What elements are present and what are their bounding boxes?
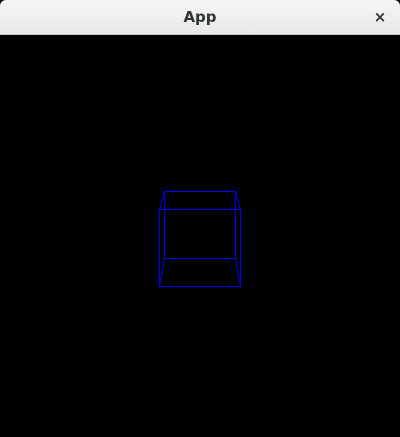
title-bar[interactable]: App ×	[0, 0, 400, 35]
app-window: App ×	[0, 0, 400, 437]
close-icon: ×	[373, 8, 387, 26]
scene-svg	[0, 35, 400, 437]
window-title: App	[183, 8, 217, 26]
scene-background	[0, 35, 400, 437]
render-canvas[interactable]	[0, 35, 400, 437]
close-button[interactable]: ×	[370, 7, 390, 27]
